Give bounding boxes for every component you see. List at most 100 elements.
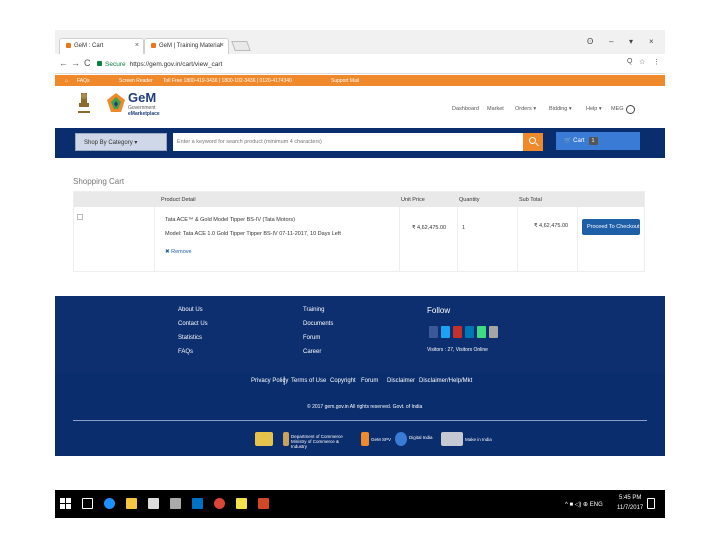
cart-table: Product Detail Unit Price Quantity Sub T… [73,191,645,272]
restore-button[interactable]: ▾ [629,37,633,46]
column-header-quantity: Quantity [459,197,480,203]
nav-help[interactable]: Help ▾ [586,106,602,112]
tab-gem-cart[interactable]: GeM : Cart × [59,38,144,54]
bookmark-star-icon[interactable]: ☆ [639,58,645,66]
footer-separator: | [283,375,286,385]
nav-orders[interactable]: Orders ▾ [515,106,536,112]
new-tab-button[interactable] [231,41,251,51]
column-divider [457,207,458,272]
youtube-icon[interactable] [453,326,462,338]
shop-by-category-dropdown[interactable]: Shop By Category ▾ [75,133,167,151]
footer-link-statistics[interactable]: Statistics [178,335,202,341]
search-button[interactable] [523,133,543,151]
system-tray[interactable]: ^ ■ ◁) ⊕ ENG [565,501,603,508]
footer-link-forum[interactable]: Forum [303,335,320,341]
forward-button[interactable]: → [71,58,80,68]
home-icon[interactable]: ⌂ [65,78,68,84]
sticky-notes-icon[interactable] [236,498,247,509]
notifications-icon[interactable] [647,498,655,509]
copyright-text: © 2017 gem.gov.in All rights reserved. G… [307,404,423,410]
footer: About Us Contact Us Statistics FAQs Trai… [55,296,665,456]
close-window-button[interactable]: × [649,37,654,46]
table-row: Tata ACE™ & Gold Model Tipper BS-IV (Tat… [74,207,644,272]
unit-price-value: ₹ 4,62,475.00 [412,225,447,231]
footer-link-forum-bottom[interactable]: Forum [361,378,378,384]
store-icon[interactable] [148,498,159,509]
quantity-value[interactable]: 1 [462,225,465,231]
task-view-icon[interactable] [82,498,93,509]
browser-menu-icon[interactable]: ⋮ [653,58,660,66]
gem-subtitle-emarketplace: eMarketplace [128,111,160,117]
footer-link-career[interactable]: Career [303,349,321,355]
edge-browser-icon[interactable] [104,498,115,509]
account-icon[interactable]: ʘ [587,37,593,46]
chrome-icon[interactable] [214,498,225,509]
footer-link-contact-us[interactable]: Contact Us [178,321,208,327]
national-emblem-icon [78,93,90,113]
back-button[interactable]: ← [59,58,68,68]
item-select-checkbox[interactable] [77,214,83,220]
reload-button[interactable]: C [84,58,91,68]
nav-market[interactable]: Market [487,106,504,112]
file-explorer-icon[interactable] [126,498,137,509]
clock-date[interactable]: 11/7/2017 [617,505,643,511]
search-bar: Shop By Category ▾ 🛒 Cart1 [55,128,665,158]
topbar-faqs-link[interactable]: FAQs [77,78,90,84]
page-title: Shopping Cart [73,177,125,186]
facebook-icon[interactable] [429,326,438,338]
footer-link-training[interactable]: Training [303,307,324,313]
partner-gem-spv: GeM SPV [371,437,392,442]
powerpoint-icon[interactable] [258,498,269,509]
footer-link-documents[interactable]: Documents [303,321,333,327]
topbar-screen-reader-link[interactable]: Screen Reader [119,78,153,84]
close-tab-icon[interactable]: × [135,42,139,49]
url-field[interactable]: Secure https://gem.gov.in/cart/view_cart [95,57,645,71]
product-model: Model: Tata ACE 1.0 Gold Tipper Tipper B… [165,231,341,237]
cart-label: Cart [573,138,585,144]
clock-time[interactable]: 5:45 PM [619,495,641,501]
apple-icon[interactable] [489,326,498,338]
follow-title: Follow [427,306,451,315]
twitter-icon[interactable] [441,326,450,338]
windows-start-icon[interactable] [60,498,71,509]
cart-count-badge: 1 [588,137,598,145]
footer-link-terms[interactable]: Terms of Use [291,378,326,384]
cart-icon: 🛒 [564,138,572,144]
nav-user-name[interactable]: MEG [611,106,624,112]
topbar-support-mail-link[interactable]: Support Mail [331,78,359,84]
linkedin-icon[interactable] [465,326,474,338]
tab-gem-training[interactable]: GeM | Training Material × [144,38,229,54]
url-text: https://gem.gov.in/cart/view_cart [129,61,223,68]
footer-link-about-us[interactable]: About Us [178,307,203,313]
browser-tab-strip: GeM : Cart × GeM | Training Material × ʘ… [55,30,665,54]
android-icon[interactable] [477,326,486,338]
footer-link-disclaimer[interactable]: Disclaimer [387,378,415,384]
subtotal-value: ₹ 4,62,475.00 [534,223,569,229]
footer-link-help[interactable]: Disclaimer/Help/Mkt [419,378,472,384]
outlook-icon[interactable] [192,498,203,509]
gem-logo-icon[interactable] [105,92,127,116]
column-header-unit-price: Unit Price [401,197,425,203]
cart-button[interactable]: 🛒 Cart 1 [556,132,640,150]
search-icon [529,137,536,144]
mail-icon[interactable] [170,498,181,509]
close-tab-icon[interactable]: × [220,42,224,49]
user-avatar-icon[interactable] [626,105,635,114]
tab-label: GeM : Cart [74,43,104,50]
gem-spv-logo-icon [361,432,369,446]
emblem-icon [283,432,289,446]
product-name[interactable]: Tata ACE™ & Gold Model Tipper BS-IV (Tat… [165,217,295,223]
footer-link-copyright[interactable]: Copyright [330,378,356,384]
footer-link-faqs[interactable]: FAQs [178,349,193,355]
address-bar: ← → C Secure https://gem.gov.in/cart/view… [55,54,665,74]
cart-table-header: Product Detail Unit Price Quantity Sub T… [74,192,644,207]
nav-dashboard[interactable]: Dashboard [452,106,479,112]
zoom-icon[interactable]: Q [627,58,632,65]
partner-digital-india: Digital India [409,435,433,440]
proceed-to-checkout-button[interactable]: Proceed To Checkout [582,219,640,235]
search-input[interactable] [173,133,523,151]
minimize-button[interactable]: – [609,37,613,46]
column-divider [517,207,518,272]
nav-bidding[interactable]: Bidding ▾ [549,106,572,112]
remove-link[interactable]: ✖ Remove [165,249,192,255]
